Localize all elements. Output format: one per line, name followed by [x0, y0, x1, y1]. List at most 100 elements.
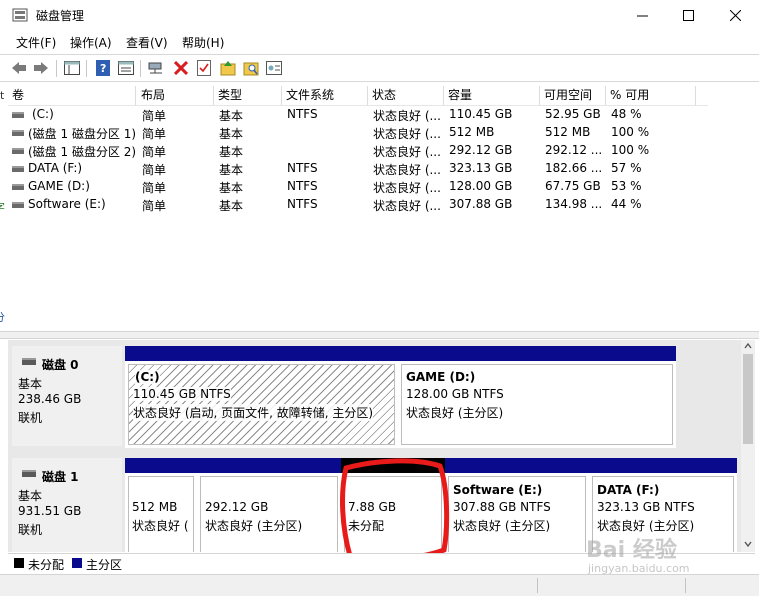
scroll-down-icon[interactable] [744, 540, 752, 548]
toolbar-separator [56, 60, 57, 77]
pane-splitter[interactable] [0, 331, 759, 339]
partition-disk1-2[interactable]: 292.12 GB 状态良好 (主分区) [197, 458, 341, 552]
cell-status: 状态良好 (... [373, 181, 441, 195]
table-row[interactable]: (磁盘 1 磁盘分区 1) 简单 基本 状态良好 (... 512 MB 512… [8, 124, 708, 142]
table-row[interactable]: Software (E:) 简单 基本 NTFS 状态良好 (... 307.8… [8, 196, 708, 214]
volume-icon [12, 148, 24, 154]
column-header-volume[interactable]: 卷 [8, 86, 136, 105]
maximize-button[interactable] [665, 0, 711, 30]
partition-label: DATA (F:) [597, 483, 660, 497]
legend: 未分配 主分区 [8, 553, 755, 573]
partition-size: 292.12 GB [205, 500, 269, 514]
help-icon: ? [96, 60, 110, 76]
partition-status: 未分配 [348, 517, 385, 534]
cell-type: 基本 [219, 145, 244, 159]
cell-volume: Software (E:) [28, 197, 106, 211]
help-button[interactable]: ? [94, 59, 112, 77]
partition-size: 128.00 GB NTFS [406, 387, 504, 401]
cell-volume: (磁盘 1 磁盘分区 2) [28, 145, 137, 159]
console-tree-icon [64, 61, 80, 75]
column-header-status[interactable]: 状态 [368, 86, 444, 105]
menu-help[interactable]: 帮助(H) [182, 34, 224, 51]
cell-percent: 57 % [611, 161, 642, 175]
left-edge-glyph: t [0, 89, 5, 102]
volume-list: 卷 布局 类型 文件系统 状态 容量 可用空间 % 可用 (C:) 简单 基本 … [8, 84, 759, 330]
scrollbar-thumb[interactable] [743, 354, 753, 444]
minimize-button[interactable] [619, 0, 665, 30]
disk-type: 基本 [18, 377, 43, 391]
cell-type: 基本 [219, 199, 244, 213]
back-button[interactable] [10, 59, 28, 77]
partition-software[interactable]: Software (E:) 307.88 GB NTFS 状态良好 (主分区) [445, 458, 589, 552]
partition-status: 状态良好 (主分区) [597, 517, 695, 534]
cell-status: 状态良好 (... [373, 109, 441, 123]
volume-icon [12, 166, 24, 172]
cell-volume: (磁盘 1 磁盘分区 1) [28, 127, 137, 141]
status-divider [537, 578, 538, 593]
cell-layout: 简单 [142, 145, 167, 159]
cell-free: 182.66 ... [545, 161, 603, 175]
disk-size: 238.46 GB [18, 392, 82, 406]
status-divider [685, 578, 686, 593]
column-header-type[interactable]: 类型 [214, 86, 282, 105]
left-edge-strip: t 字 分 [0, 84, 8, 554]
volume-icon [12, 112, 24, 118]
partition-disk1-1[interactable]: 512 MB 状态良好 ( [125, 458, 197, 552]
folder-up-button[interactable] [219, 59, 237, 77]
cell-free: 52.95 GB [545, 107, 601, 121]
folder-up-icon [220, 61, 236, 76]
cell-layout: 简单 [142, 199, 167, 213]
back-icon [12, 62, 26, 74]
partition-bar [197, 458, 341, 473]
column-header-capacity[interactable]: 容量 [444, 86, 540, 105]
properties-button[interactable] [117, 59, 135, 77]
disk-graph-pane: 磁盘 0 基本 238.46 GB 联机 (C:) 110.45 GB NTFS… [8, 340, 741, 552]
console-tree-button[interactable] [63, 59, 81, 77]
properties-icon [118, 61, 134, 75]
delete-icon [174, 61, 188, 75]
forward-button[interactable] [32, 59, 50, 77]
close-button[interactable] [712, 0, 758, 30]
check-button[interactable] [195, 59, 213, 77]
search-folder-button[interactable] [242, 59, 260, 77]
disk-state: 联机 [18, 523, 43, 537]
toolbar-separator [86, 60, 87, 77]
delete-button[interactable] [172, 59, 190, 77]
legend-swatch-primary [72, 558, 82, 568]
table-row[interactable]: (C:) 简单 基本 NTFS 状态良好 (... 110.45 GB 52.9… [8, 106, 708, 124]
partition-game[interactable]: GAME (D:) 128.00 GB NTFS 状态良好 (主分区) [398, 346, 676, 448]
partition-status: 状态良好 ( [132, 517, 189, 534]
partition-data[interactable]: DATA (F:) 323.13 GB NTFS 状态良好 (主分区) [589, 458, 737, 552]
graph-scrollbar[interactable] [741, 340, 755, 552]
column-header-layout[interactable]: 布局 [137, 86, 214, 105]
cell-type: 基本 [219, 127, 244, 141]
cell-status: 状态良好 (... [373, 145, 441, 159]
cell-free: 134.98 ... [545, 197, 603, 211]
table-row[interactable]: DATA (F:) 简单 基本 NTFS 状态良好 (... 323.13 GB… [8, 160, 708, 178]
toolbar: ? [0, 54, 759, 82]
table-row[interactable]: GAME (D:) 简单 基本 NTFS 状态良好 (... 128.00 GB… [8, 178, 708, 196]
cell-type: 基本 [219, 163, 244, 177]
column-header-percent-free[interactable]: % 可用 [606, 86, 696, 105]
partition-status: 状态良好 (启动, 页面文件, 故障转储, 主分区) [133, 404, 374, 421]
scroll-up-icon[interactable] [744, 342, 752, 350]
cell-filesystem: NTFS [287, 179, 318, 193]
disk-name: 磁盘 0 [42, 358, 79, 372]
export-button[interactable] [265, 59, 283, 77]
cell-filesystem: NTFS [287, 197, 318, 211]
menu-view[interactable]: 查看(V) [126, 34, 168, 51]
svg-text:?: ? [100, 62, 106, 75]
menu-action[interactable]: 操作(A) [70, 34, 112, 51]
column-header-free-space[interactable]: 可用空间 [540, 86, 606, 105]
partition-c[interactable]: (C:) 110.45 GB NTFS 状态良好 (启动, 页面文件, 故障转储… [125, 346, 398, 448]
disk-0-label[interactable]: 磁盘 0 基本 238.46 GB 联机 [12, 346, 122, 446]
connect-button[interactable] [148, 59, 166, 77]
table-row[interactable]: (磁盘 1 磁盘分区 2) 简单 基本 状态良好 (... 292.12 GB … [8, 142, 708, 160]
partition-label: GAME (D:) [406, 370, 476, 384]
legend-unallocated: 未分配 [28, 558, 65, 572]
partition-unallocated[interactable]: 7.88 GB 未分配 [341, 458, 445, 552]
disk-1-label[interactable]: 磁盘 1 基本 931.51 GB 联机 [12, 458, 122, 552]
menu-file[interactable]: 文件(F) [16, 34, 56, 51]
column-header-filesystem[interactable]: 文件系统 [282, 86, 368, 105]
close-icon [729, 9, 741, 21]
